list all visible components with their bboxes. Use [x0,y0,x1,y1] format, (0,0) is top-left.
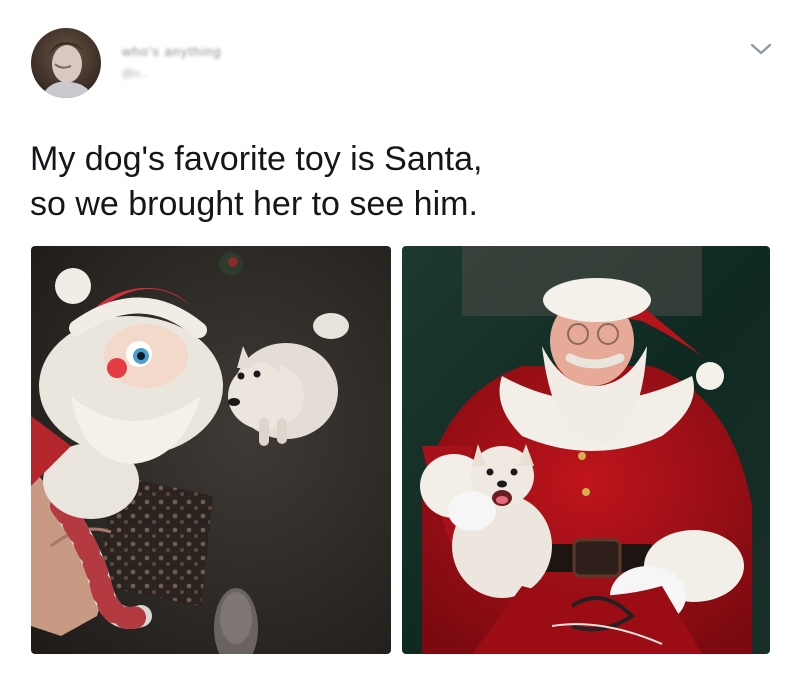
tweet-card: who's anything @n... My dog's favorite t… [0,0,800,690]
tweet-text-line: so we brought her to see him. [30,185,478,223]
tweet-text-line: My dog's favorite toy is Santa, [30,140,483,178]
author-name[interactable]: who's anything [122,44,312,59]
photo-dog-with-santa[interactable] [402,246,770,654]
avatar[interactable] [31,28,101,98]
tweet-text: My dog's favorite toy is Santa, so we br… [30,137,770,227]
chevron-down-icon[interactable] [748,40,774,58]
author-handle[interactable]: @n... [122,68,182,80]
photo-dog-with-santa-toy[interactable] [31,246,391,654]
